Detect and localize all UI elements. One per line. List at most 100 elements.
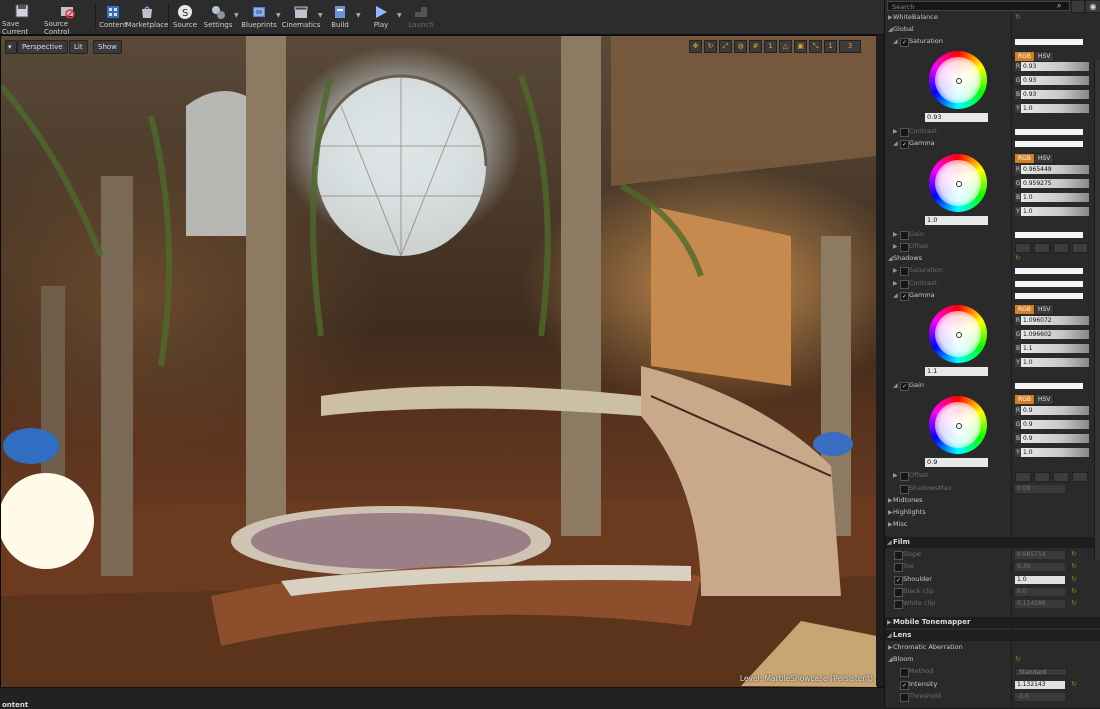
toe-reset-icon[interactable]: ↻ [1071,561,1077,572]
black-clip-reset-icon[interactable]: ↻ [1071,586,1077,597]
details-search-input[interactable]: Search [887,1,1070,11]
slope-reset-icon[interactable]: ↻ [1071,549,1077,560]
shadows-gain-r-field[interactable]: R 0.9 [1015,406,1089,415]
gamma-mode-toggle[interactable]: RGB HSV [1015,153,1055,164]
highlights-row[interactable]: ▶ Highlights [885,507,1100,518]
saturation-color-wheel[interactable]: 0.93 [925,51,991,123]
bloom-row[interactable]: ◢ Bloom ↻ [885,654,1100,665]
shadows-gamma-b-field[interactable]: B 1.1 [1015,344,1089,353]
toe-field[interactable]: 0.35 [1015,563,1065,571]
channel-g-value[interactable]: 0.9 [1021,420,1089,429]
show-button[interactable]: Show [93,40,122,54]
black-clip-checkbox[interactable] [894,588,903,597]
global-row[interactable]: ◢ Global [885,24,1100,35]
white-balance-reset-icon[interactable]: ↻ [1015,12,1021,23]
layout-icon[interactable]: 3 [839,40,861,53]
slope-checkbox[interactable] [894,551,903,560]
channel-g-value[interactable]: 0.959275 [1021,179,1089,188]
shadows-gain-mode-toggle[interactable]: RGB HSV [1015,394,1055,405]
shadows-gamma-wheel-value[interactable]: 1.1 [925,367,988,376]
cinematics-dropdown-icon[interactable]: ▼ [318,12,325,22]
contrast-checkbox[interactable] [900,128,909,137]
slope-field[interactable]: 0.685714 [1015,551,1065,559]
rotate-icon[interactable]: ↻ [704,40,717,53]
channel-r-value[interactable]: 0.93 [1021,62,1089,71]
gamma-swatch[interactable] [1015,141,1083,147]
shadows-gain-swatch[interactable] [1015,383,1083,389]
shoulder-field[interactable]: 1.0 [1015,576,1065,584]
midtones-row[interactable]: ▶ Midtones [885,495,1100,506]
launch-button[interactable]: Launch [405,1,437,33]
saturation-mode-toggle[interactable]: RGB HSV [1015,51,1055,62]
channel-r-value[interactable]: 0.9 [1021,406,1089,415]
shadows-max-checkbox[interactable] [900,485,909,494]
content-button[interactable]: Content [98,1,128,33]
shadows-gamma-color-wheel[interactable]: 1.1 [925,305,991,377]
hsv-button[interactable]: HSV [1033,51,1055,62]
viewport-options-button[interactable]: ▾ [5,40,17,54]
channel-b-value[interactable]: 0.93 [1021,90,1089,99]
scale-snap-icon[interactable]: ▣ [794,40,807,53]
shadows-offset-fields[interactable] [1015,472,1088,482]
hsv-button[interactable]: HSV [1033,153,1055,164]
perspective-button[interactable]: Perspective [17,40,68,54]
channel-b-value[interactable]: 0.9 [1021,434,1089,443]
channel-b-value[interactable]: 1.0 [1021,193,1089,202]
shadows-gamma-y-field[interactable]: Y 1.0 [1015,358,1089,367]
shadows-reset-icon[interactable]: ↻ [1015,253,1021,264]
saturation-b-field[interactable]: B 0.93 [1015,90,1089,99]
rgb-button[interactable]: RGB [1015,154,1034,163]
shadows-contrast-swatch[interactable] [1015,281,1083,287]
shoulder-reset-icon[interactable]: ↻ [1071,574,1077,585]
rotate-snap-icon[interactable]: △ [779,40,792,53]
shadows-gamma-swatch[interactable] [1015,293,1083,299]
gamma-checkbox[interactable]: ✓ [900,140,909,149]
shadows-gain-wheel[interactable] [929,396,987,454]
grid-snap-icon[interactable]: # [749,40,762,53]
white-clip-field[interactable]: 0.114286 [1015,600,1065,608]
white-balance-row[interactable]: ▶ WhiteBalance ↻ [885,12,1100,23]
source-control-button[interactable]: Source Control [44,1,90,36]
shadows-gain-color-wheel[interactable]: 0.9 [925,396,991,468]
shadows-offset-checkbox[interactable] [900,472,909,481]
shadows-contrast-checkbox[interactable] [900,280,909,289]
saturation-r-field[interactable]: R 0.93 [1015,62,1089,71]
play-dropdown-icon[interactable]: ▼ [397,12,404,22]
shadows-saturation-swatch[interactable] [1015,268,1083,274]
play-button[interactable]: Play [367,1,395,33]
toe-checkbox[interactable] [894,563,903,572]
hsv-button[interactable]: HSV [1033,394,1055,405]
shadows-saturation-checkbox[interactable] [900,267,909,276]
shadows-gamma-checkbox[interactable]: ✓ [900,292,909,301]
channel-y-value[interactable]: 1.0 [1021,448,1089,457]
gamma-wheel-value[interactable]: 1.0 [925,216,988,225]
mobile-tonemapper-category[interactable]: ▶ Mobile Tonemapper [885,617,1100,628]
offset-checkbox[interactable] [900,243,909,252]
scale-icon[interactable]: ⤢ [719,40,732,53]
lens-category[interactable]: ◢ Lens [885,630,1100,641]
settings-button[interactable]: Settings [203,1,233,33]
shadows-gain-b-field[interactable]: B 0.9 [1015,434,1089,443]
offset-fields[interactable] [1015,243,1088,253]
translate-icon[interactable]: ✥ [689,40,702,53]
threshold-field[interactable]: -1.0 [1015,693,1065,701]
viewport-scrollbar[interactable] [876,35,884,686]
saturation-checkbox[interactable]: ✓ [900,38,909,47]
build-button[interactable]: Build [326,1,354,33]
camera-speed-value[interactable]: 1 [824,40,837,53]
shadows-gamma-g-field[interactable]: G 1.096602 [1015,330,1089,339]
shadows-row[interactable]: ◢ Shadows ↻ [885,253,1100,264]
save-current-button[interactable]: Save Current [2,1,42,36]
source-button[interactable]: S Source [170,1,200,33]
build-dropdown-icon[interactable]: ▼ [356,12,363,22]
shadows-gain-checkbox[interactable]: ✓ [900,382,909,391]
bloom-reset-icon[interactable]: ↻ [1015,654,1021,665]
rgb-button[interactable]: RGB [1015,305,1034,314]
content-browser-tab[interactable]: ontent [0,687,884,709]
method-checkbox[interactable] [900,668,909,677]
white-clip-checkbox[interactable] [894,600,903,609]
hsv-button[interactable]: HSV [1033,304,1055,315]
gamma-y-field[interactable]: Y 1.0 [1015,207,1089,216]
channel-b-value[interactable]: 1.1 [1021,344,1089,353]
white-clip-reset-icon[interactable]: ↻ [1071,598,1077,609]
